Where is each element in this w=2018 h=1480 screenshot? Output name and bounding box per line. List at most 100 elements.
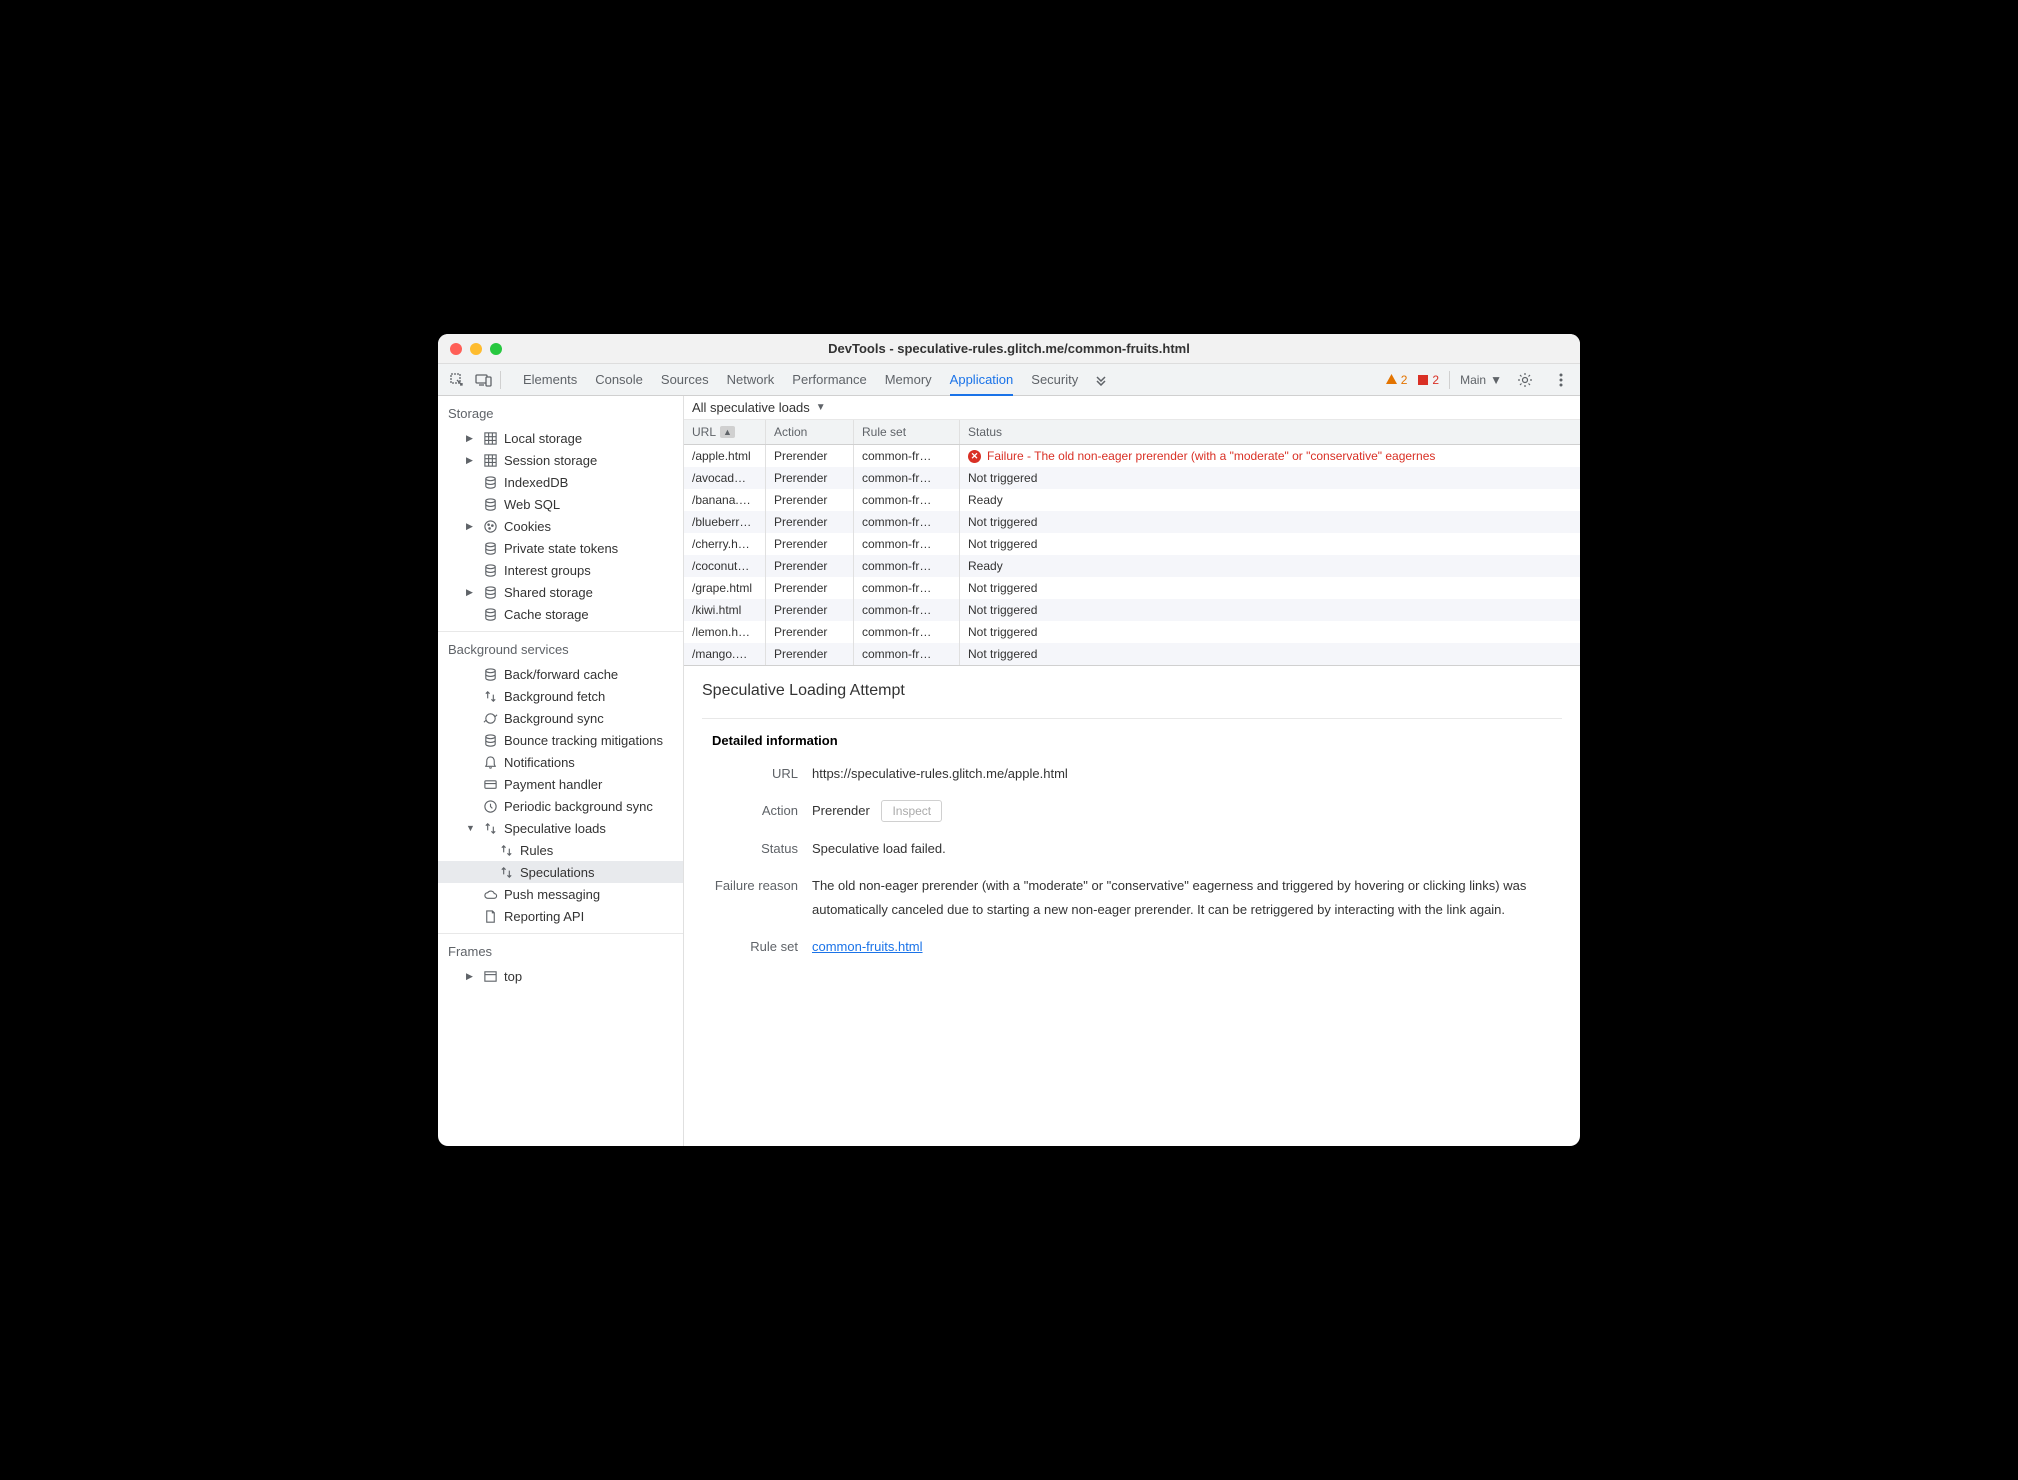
cell-url: /blueberr…: [684, 511, 766, 533]
frame-icon: [482, 968, 498, 984]
table-row[interactable]: /blueberr…Prerendercommon-fr…Not trigger…: [684, 511, 1580, 533]
errors-badge[interactable]: 2: [1417, 373, 1439, 387]
tab-performance[interactable]: Performance: [792, 365, 866, 395]
cell-ruleset: common-fr…: [854, 489, 960, 511]
db-icon: [482, 474, 498, 490]
table-row[interactable]: /kiwi.htmlPrerendercommon-fr…Not trigger…: [684, 599, 1580, 621]
sidebar-item-label: Rules: [520, 843, 553, 858]
tab-network[interactable]: Network: [727, 365, 775, 395]
sidebar-item-periodic-background-sync[interactable]: Periodic background sync: [438, 795, 683, 817]
sidebar-item-payment-handler[interactable]: Payment handler: [438, 773, 683, 795]
inspect-element-icon[interactable]: [446, 369, 468, 391]
sidebar-item-rules[interactable]: Rules: [438, 839, 683, 861]
storage-section-title: Storage: [438, 396, 683, 427]
arrow-right-icon: ▶: [466, 455, 476, 466]
cell-ruleset: common-fr…: [854, 621, 960, 643]
detail-ruleset-link[interactable]: common-fruits.html: [812, 939, 923, 954]
sidebar-item-background-fetch[interactable]: Background fetch: [438, 685, 683, 707]
sidebar-item-label: Session storage: [504, 453, 597, 468]
table-row[interactable]: /mango.…Prerendercommon-fr…Not triggered: [684, 643, 1580, 665]
inspect-button[interactable]: Inspect: [881, 800, 942, 822]
detail-title: Speculative Loading Attempt: [702, 682, 1562, 700]
cell-status: Not triggered: [960, 511, 1580, 533]
tab-security[interactable]: Security: [1031, 365, 1078, 395]
sidebar-item-session-storage[interactable]: ▶ Session storage: [438, 449, 683, 471]
sidebar-item-speculations[interactable]: Speculations: [438, 861, 683, 883]
sidebar-item-push-messaging[interactable]: Push messaging: [438, 883, 683, 905]
db-icon: [482, 732, 498, 748]
detail-section-title: Detailed information: [712, 733, 1562, 748]
header-url[interactable]: URL▲: [684, 420, 766, 444]
sidebar-item-interest-groups[interactable]: Interest groups: [438, 559, 683, 581]
sidebar-item-label: Local storage: [504, 431, 582, 446]
cell-status: Not triggered: [960, 621, 1580, 643]
cell-ruleset: common-fr…: [854, 555, 960, 577]
traffic-lights: [450, 343, 502, 355]
detail-failure-label: Failure reason: [702, 878, 812, 893]
cell-url: /apple.html: [684, 445, 766, 467]
grid-icon: [482, 452, 498, 468]
table-row[interactable]: /banana.…Prerendercommon-fr…Ready: [684, 489, 1580, 511]
sidebar-item-label: Web SQL: [504, 497, 560, 512]
settings-icon[interactable]: [1514, 369, 1536, 391]
grid-icon: [482, 430, 498, 446]
table-header: URL▲ Action Rule set Status: [684, 420, 1580, 445]
table-row[interactable]: /lemon.h…Prerendercommon-fr…Not triggere…: [684, 621, 1580, 643]
tab-application[interactable]: Application: [950, 365, 1014, 396]
table-row[interactable]: /coconut…Prerendercommon-fr…Ready: [684, 555, 1580, 577]
bell-icon: [482, 754, 498, 770]
kebab-menu-icon[interactable]: [1550, 369, 1572, 391]
sidebar-item-web-sql[interactable]: Web SQL: [438, 493, 683, 515]
sidebar-item-back-forward-cache[interactable]: Back/forward cache: [438, 663, 683, 685]
table-row[interactable]: /avocad…Prerendercommon-fr…Not triggered: [684, 467, 1580, 489]
cell-url: /kiwi.html: [684, 599, 766, 621]
sidebar-item-label: Notifications: [504, 755, 575, 770]
sidebar-item-reporting-api[interactable]: Reporting API: [438, 905, 683, 927]
sidebar-item-private-state-tokens[interactable]: Private state tokens: [438, 537, 683, 559]
close-window-button[interactable]: [450, 343, 462, 355]
sidebar-item-shared-storage[interactable]: ▶Shared storage: [438, 581, 683, 603]
tab-memory[interactable]: Memory: [885, 365, 932, 395]
device-toggle-icon[interactable]: [472, 369, 494, 391]
maximize-window-button[interactable]: [490, 343, 502, 355]
minimize-window-button[interactable]: [470, 343, 482, 355]
frame-selector[interactable]: Main ▼: [1460, 373, 1502, 387]
cell-status: Not triggered: [960, 577, 1580, 599]
db-icon: [482, 562, 498, 578]
sidebar-item-notifications[interactable]: Notifications: [438, 751, 683, 773]
chevron-down-icon: ▼: [816, 402, 826, 413]
header-status[interactable]: Status: [960, 420, 1580, 444]
detail-status-value: Speculative load failed.: [812, 837, 1562, 860]
cell-action: Prerender: [766, 577, 854, 599]
sidebar-item-top[interactable]: ▶top: [438, 965, 683, 987]
separator: [500, 371, 501, 389]
sidebar-item-bounce-tracking-mitigations[interactable]: Bounce tracking mitigations: [438, 729, 683, 751]
cookie-icon: [482, 518, 498, 534]
cell-status: ✕Failure - The old non-eager prerender (…: [960, 445, 1580, 467]
header-action[interactable]: Action: [766, 420, 854, 444]
sidebar-item-local-storage[interactable]: ▶Local storage: [438, 427, 683, 449]
sidebar-item-speculative-loads[interactable]: ▼Speculative loads: [438, 817, 683, 839]
sidebar-item-label: Private state tokens: [504, 541, 618, 556]
header-ruleset[interactable]: Rule set: [854, 420, 960, 444]
cell-url: /coconut…: [684, 555, 766, 577]
table-row[interactable]: /cherry.h…Prerendercommon-fr…Not trigger…: [684, 533, 1580, 555]
sidebar-item-label: Shared storage: [504, 585, 593, 600]
tab-sources[interactable]: Sources: [661, 365, 709, 395]
warnings-badge[interactable]: 2: [1385, 373, 1408, 387]
filter-bar[interactable]: All speculative loads ▼: [684, 396, 1580, 420]
table-row[interactable]: /grape.htmlPrerendercommon-fr…Not trigge…: [684, 577, 1580, 599]
sidebar-item-indexeddb[interactable]: IndexedDB: [438, 471, 683, 493]
cell-ruleset: common-fr…: [854, 467, 960, 489]
sidebar-item-label: Push messaging: [504, 887, 600, 902]
sidebar-item-background-sync[interactable]: Background sync: [438, 707, 683, 729]
more-tabs-icon[interactable]: [1090, 369, 1112, 391]
tab-elements[interactable]: Elements: [523, 365, 577, 395]
sidebar-item-cache-storage[interactable]: Cache storage: [438, 603, 683, 625]
sidebar-item-cookies[interactable]: ▶Cookies: [438, 515, 683, 537]
db-icon: [482, 584, 498, 600]
tab-console[interactable]: Console: [595, 365, 643, 395]
table-row[interactable]: /apple.htmlPrerendercommon-fr…✕Failure -…: [684, 445, 1580, 467]
cell-url: /avocad…: [684, 467, 766, 489]
speculations-table: URL▲ Action Rule set Status /apple.htmlP…: [684, 420, 1580, 666]
